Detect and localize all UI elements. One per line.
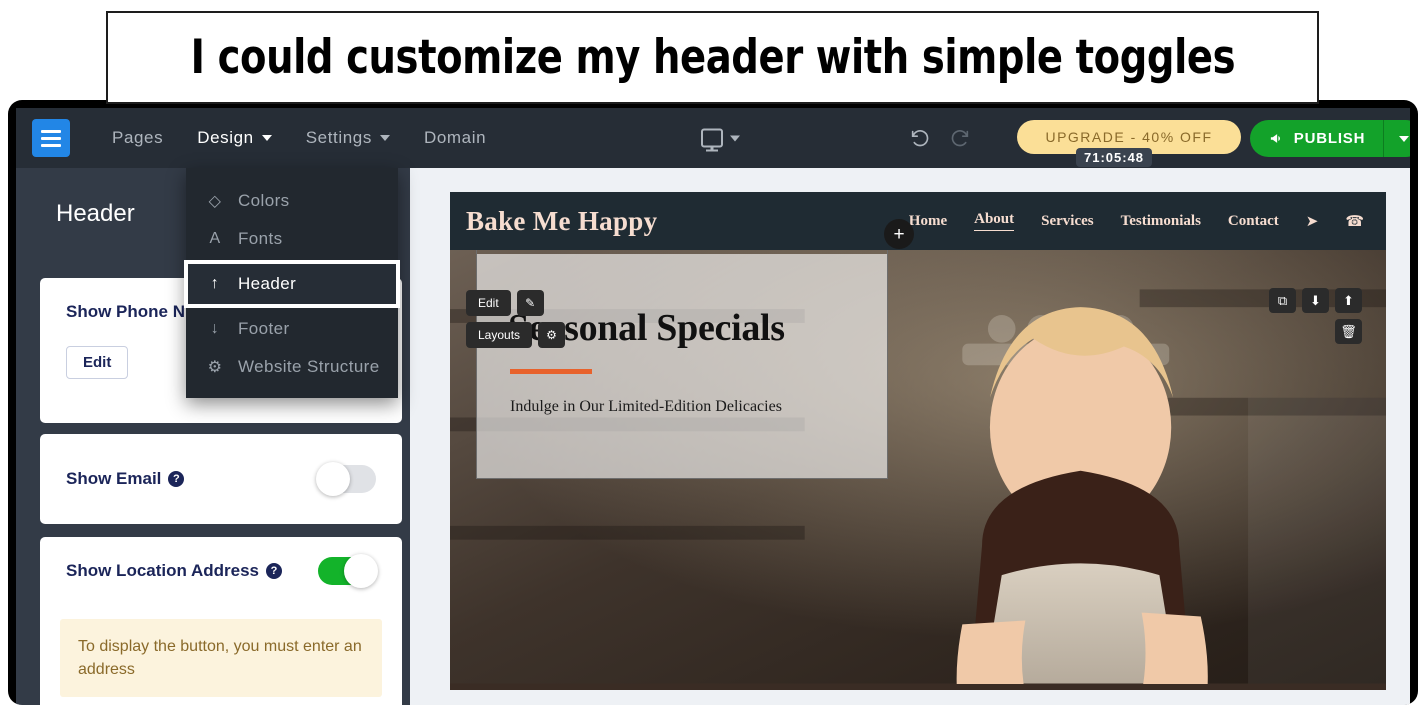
edit-section-button[interactable]: Edit xyxy=(466,290,511,316)
hero-section: Seasonal Specials Indulge in Our Limited… xyxy=(450,250,1386,690)
add-section-button[interactable]: + xyxy=(884,219,914,249)
selection-outline-left xyxy=(476,250,477,478)
caption-banner: I could customize my header with simple … xyxy=(106,11,1319,104)
site-logo: Bake Me Happy xyxy=(466,205,658,236)
move-up-icon[interactable]: ⬆ xyxy=(1335,288,1362,313)
droplet-icon: ◇ xyxy=(208,193,222,210)
question-mark-icon[interactable]: ? xyxy=(168,471,185,487)
question-mark-icon[interactable]: ? xyxy=(266,563,283,579)
gear-icon: ⚙ xyxy=(207,359,223,376)
megaphone-icon xyxy=(1270,134,1280,143)
setting-label: Show Location Address xyxy=(66,561,260,580)
layouts-button[interactable]: Layouts xyxy=(466,322,533,348)
duplicate-icon[interactable]: ⧉ xyxy=(1269,288,1296,313)
design-menu-item-fonts[interactable]: A Fonts xyxy=(186,220,398,258)
phone-icon[interactable]: ☎ xyxy=(1345,212,1364,230)
toggle-show-location-address[interactable] xyxy=(318,554,378,588)
publish-options-button[interactable] xyxy=(1384,120,1410,157)
design-menu-item-colors[interactable]: ◇ Colors xyxy=(186,182,398,220)
design-menu-item-website-structure[interactable]: ⚙ Website Structure xyxy=(186,348,398,386)
design-menu-label: Colors xyxy=(238,191,290,210)
design-menu-label: Fonts xyxy=(238,229,283,248)
desktop-monitor-icon xyxy=(701,128,723,148)
app-window-frame: Pages Design Settings Domain UPGRADE - 4… xyxy=(8,100,1418,705)
edit-phone-button[interactable]: Edit xyxy=(66,346,129,379)
site-nav-contact[interactable]: Contact xyxy=(1228,213,1279,230)
toggle-knob xyxy=(316,462,350,496)
toolbar-item-domain[interactable]: Domain xyxy=(424,128,486,148)
site-nav-testimonials[interactable]: Testimonials xyxy=(1121,213,1201,230)
design-menu-item-footer[interactable]: ↓ Footer xyxy=(186,310,398,348)
undo-arrow-icon[interactable] xyxy=(909,127,931,149)
address-required-notice: To display the button, you must enter an… xyxy=(60,619,382,698)
design-menu-label: Footer xyxy=(238,319,290,338)
caption-text: I could customize my header with simple … xyxy=(190,30,1235,85)
plus-icon: + xyxy=(893,223,905,245)
toolbar-item-design[interactable]: Design xyxy=(197,128,272,148)
hero-accent-rule xyxy=(510,369,592,374)
top-toolbar: Pages Design Settings Domain UPGRADE - 4… xyxy=(16,108,1410,168)
setting-card-show-location-address: Show Location Address ? To display the b… xyxy=(40,537,402,705)
site-nav-services[interactable]: Services xyxy=(1041,213,1093,230)
design-menu-label: Header xyxy=(238,274,297,293)
app-window-inner: Pages Design Settings Domain UPGRADE - 4… xyxy=(16,108,1410,705)
site-nav-home[interactable]: Home xyxy=(909,213,947,230)
gear-settings-icon[interactable]: ⚙ xyxy=(538,322,566,348)
site-nav: Home About Services Testimonials Contact… xyxy=(909,211,1364,231)
site-header: Bake Me Happy Home About Services Testim… xyxy=(450,192,1386,250)
toolbar-item-label: Design xyxy=(197,128,254,147)
device-preview-selector[interactable] xyxy=(701,128,740,148)
design-menu-item-header[interactable]: ↑ Header xyxy=(184,260,400,308)
location-pin-icon[interactable]: ➤ xyxy=(1306,212,1319,230)
toggle-knob xyxy=(344,554,378,588)
chevron-down-icon xyxy=(730,135,740,141)
setting-label: Show Email xyxy=(66,469,162,488)
publish-button-group: PUBLISH xyxy=(1250,120,1410,157)
toolbar-item-pages[interactable]: Pages xyxy=(112,128,163,148)
toolbar-item-label: Domain xyxy=(423,128,487,147)
redo-arrow-icon[interactable] xyxy=(949,127,971,149)
selection-outline-right xyxy=(887,250,888,478)
arrow-up-icon: ↑ xyxy=(210,275,220,292)
site-nav-about[interactable]: About xyxy=(974,211,1015,231)
toolbar-item-label: Settings xyxy=(305,128,372,147)
hero-subtitle: Indulge in Our Limited-Edition Delicacie… xyxy=(510,398,782,415)
section-move-controls: ⧉ ⬇ ⬆ 🗑 xyxy=(1269,288,1362,350)
chevron-down-icon xyxy=(379,135,390,141)
hero-text-overlay xyxy=(476,254,888,479)
toolbar-item-label: Pages xyxy=(112,128,164,147)
undo-redo-group xyxy=(909,127,971,149)
toolbar-nav: Pages Design Settings Domain xyxy=(112,128,486,148)
upgrade-label: UPGRADE - 40% OFF xyxy=(1045,129,1213,145)
move-down-icon[interactable]: ⬇ xyxy=(1302,288,1329,313)
screenshot-root: I could customize my header with simple … xyxy=(0,0,1426,705)
site-preview: Bake Me Happy Home About Services Testim… xyxy=(450,192,1386,705)
letter-a-icon: A xyxy=(209,230,221,247)
design-menu-label: Website Structure xyxy=(238,357,380,376)
setting-card-show-email: Show Email ? xyxy=(40,434,402,524)
arrow-down-icon: ↓ xyxy=(210,320,220,337)
chevron-down-icon xyxy=(261,135,272,141)
toolbar-item-settings[interactable]: Settings xyxy=(306,128,390,148)
selection-outline-bottom xyxy=(476,478,888,479)
section-edit-controls: Edit ✎ Layouts ⚙ xyxy=(466,290,566,354)
publish-button[interactable]: PUBLISH xyxy=(1250,120,1384,157)
design-dropdown-menu: ◇ Colors A Fonts ↑ Header ↓ Footer ⚙ Web… xyxy=(184,168,400,398)
hamburger-menu-icon[interactable] xyxy=(32,119,70,157)
upgrade-countdown-timer: 71:05:48 xyxy=(1076,148,1153,167)
chevron-down-icon xyxy=(1399,135,1409,142)
toggle-show-email[interactable] xyxy=(316,462,376,496)
pencil-edit-icon[interactable]: ✎ xyxy=(516,290,544,316)
delete-trash-icon[interactable]: 🗑 xyxy=(1335,319,1362,344)
site-preview-canvas: Bake Me Happy Home About Services Testim… xyxy=(410,168,1410,705)
publish-label: PUBLISH xyxy=(1293,130,1366,147)
